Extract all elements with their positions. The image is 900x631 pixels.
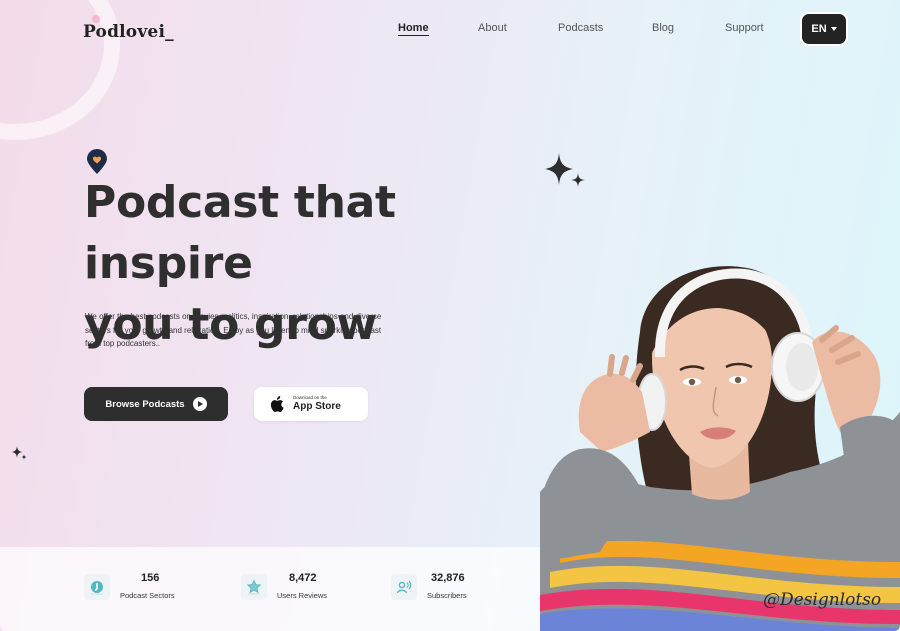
watermark: @Designlotso bbox=[763, 590, 882, 610]
stat-value: 8,472 bbox=[289, 572, 317, 584]
apple-icon bbox=[270, 396, 284, 412]
store-title: App Store bbox=[293, 401, 341, 413]
subscribers-icon bbox=[391, 574, 417, 600]
hero-description: We offer the best podcasts on movies, po… bbox=[85, 312, 382, 348]
sparkle-icon bbox=[545, 153, 585, 187]
stat-value: 156 bbox=[141, 572, 160, 584]
language-selector[interactable]: EN bbox=[802, 14, 846, 44]
language-label: EN bbox=[811, 23, 827, 35]
stat-label: Podcast Sectors bbox=[120, 591, 175, 600]
play-icon bbox=[192, 397, 207, 411]
landing-page: Podlovei_ Home About Podcasts Blog Suppo… bbox=[0, 0, 900, 631]
sector-icon bbox=[84, 574, 110, 600]
hero-title-line1: Podcast that inspire bbox=[84, 177, 396, 289]
store-caption: Download on the bbox=[293, 394, 327, 400]
stats-bar: 156 Podcast Sectors 8,472 Users Reviews bbox=[0, 547, 560, 631]
nav-blog[interactable]: Blog bbox=[652, 22, 674, 34]
nav-about[interactable]: About bbox=[478, 22, 507, 34]
star-icon bbox=[241, 574, 267, 600]
app-store-button[interactable]: Download on the App Store bbox=[254, 387, 368, 421]
stat-value: 32,876 bbox=[431, 572, 465, 584]
nav-podcasts[interactable]: Podcasts bbox=[558, 22, 603, 34]
decorative-ring bbox=[0, 0, 120, 140]
stat-label: Users Reviews bbox=[277, 591, 328, 600]
nav-support[interactable]: Support bbox=[725, 22, 764, 34]
brand-logo[interactable]: Podlovei_ bbox=[83, 22, 174, 42]
small-sparkle-icon bbox=[12, 446, 27, 460]
hero-photo bbox=[540, 266, 900, 631]
stat-label: Subscribers bbox=[427, 591, 467, 600]
nav-home[interactable]: Home bbox=[398, 22, 429, 36]
browse-podcasts-button[interactable]: Browse Podcasts bbox=[84, 387, 228, 421]
browse-label: Browse Podcasts bbox=[105, 398, 185, 410]
chevron-down-icon bbox=[830, 27, 837, 31]
